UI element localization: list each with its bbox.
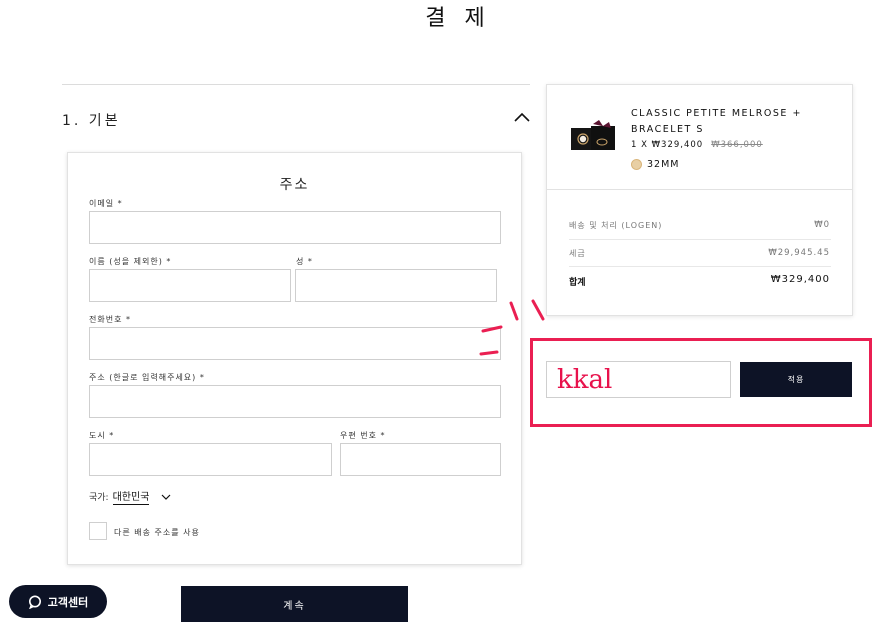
last-name-label: 성 *	[296, 257, 313, 266]
city-field[interactable]	[89, 443, 332, 476]
row-divider	[569, 239, 831, 240]
chevron-up-icon[interactable]	[514, 111, 530, 123]
email-field[interactable]	[89, 211, 501, 244]
promo-code-input[interactable]	[546, 361, 731, 398]
customer-support-button[interactable]: 고객센터	[9, 585, 107, 618]
product-name: CLASSIC PETITE MELROSE + BRACELET S	[631, 108, 802, 135]
last-name-field[interactable]	[295, 269, 497, 302]
country-value[interactable]: 대한민국	[112, 488, 150, 505]
alt-shipping-checkbox[interactable]	[89, 522, 107, 540]
chevron-down-icon[interactable]	[161, 493, 171, 501]
product-original-price: ₩366,000	[711, 140, 763, 150]
shipping-value: ₩0	[814, 220, 830, 230]
shipping-label: 배송 및 처리 (LOGEN)	[569, 221, 663, 230]
product-size: 32MM	[647, 159, 680, 170]
step-heading[interactable]: 1. 기본	[62, 110, 121, 130]
row-divider	[569, 266, 831, 267]
customer-support-label: 고객센터	[47, 595, 89, 609]
section-divider	[62, 84, 530, 85]
product-quantity-price-text: 1 X ₩329,400	[631, 140, 704, 150]
product-image	[571, 120, 615, 150]
address-field[interactable]	[89, 385, 501, 418]
postal-code-field[interactable]	[340, 443, 501, 476]
color-swatch-icon	[631, 159, 642, 170]
first-name-label: 이름 (성을 제외한) *	[89, 257, 172, 266]
tax-value: ₩29,945.45	[768, 248, 830, 258]
phone-label: 전화번호 *	[89, 315, 131, 324]
email-label: 이메일 *	[89, 199, 123, 208]
city-label: 도시 *	[89, 431, 115, 440]
total-value: ₩329,400	[770, 274, 830, 285]
continue-button[interactable]: 계속	[181, 586, 408, 622]
order-summary-card: CLASSIC PETITE MELROSE + BRACELET S 1 X …	[546, 84, 853, 316]
summary-divider	[547, 189, 852, 190]
address-label: 주소 (한글로 입력해주세요) *	[89, 373, 205, 382]
address-form-card: 주소 이메일 * 이름 (성을 제외한) * 성 * 전화번호 * 주소 (한글…	[67, 152, 522, 565]
phone-field[interactable]	[89, 327, 501, 360]
country-selector[interactable]: 국가: 대한민국	[89, 488, 171, 505]
alt-shipping-label: 다른 배송 주소를 사용	[114, 528, 200, 537]
chat-bubble-icon	[28, 595, 41, 609]
total-label: 합계	[569, 278, 586, 288]
apply-promo-button[interactable]: 적용	[740, 362, 852, 397]
first-name-field[interactable]	[89, 269, 291, 302]
postal-code-label: 우편 번호 *	[340, 431, 386, 440]
address-form-title: 주소	[279, 177, 310, 193]
country-label: 국가:	[89, 493, 109, 503]
product-quantity-price: 1 X ₩329,400 ₩366,000	[631, 140, 763, 150]
tax-label: 세금	[569, 249, 586, 258]
page-title: 결 제	[425, 6, 491, 31]
